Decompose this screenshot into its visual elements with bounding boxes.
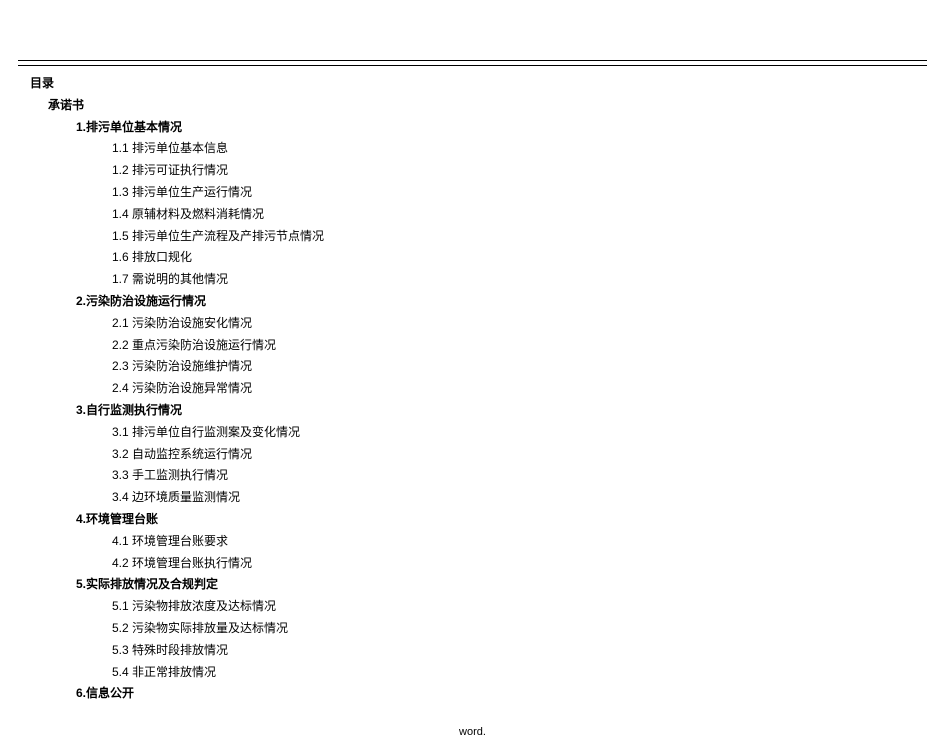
toc-s2-i3: 2.3 污染防治设施维护情况 [30,357,945,377]
toc-s1-i7: 1.7 需说明的其他情况 [30,270,945,290]
toc-s1-i4: 1.4 原辅材料及燃料消耗情况 [30,205,945,225]
toc-s2-i1: 2.1 污染防治设施安化情况 [30,314,945,334]
toc-s1-i5: 1.5 排污单位生产流程及产排污节点情况 [30,227,945,247]
toc-cover: 承诺书 [30,96,945,116]
toc-s3-i4: 3.4 边环境质量监测情况 [30,488,945,508]
toc-s5: 5.实际排放情况及合规判定 [30,575,945,595]
toc-s3: 3.自行监测执行情况 [30,401,945,421]
toc-s4-i1: 4.1 环境管理台账要求 [30,532,945,552]
toc-s5-i2: 5.2 污染物实际排放量及达标情况 [30,619,945,639]
toc-s2-i4: 2.4 污染防治设施异常情况 [30,379,945,399]
document-page: 目录 承诺书 1.排污单位基本情况 1.1 排污单位基本信息 1.2 排污可证执… [0,0,945,744]
page-rule-top-2 [18,65,927,66]
toc-s5-i3: 5.3 特殊时段排放情况 [30,641,945,661]
table-of-contents: 目录 承诺书 1.排污单位基本情况 1.1 排污单位基本信息 1.2 排污可证执… [0,74,945,704]
toc-s5-i4: 5.4 非正常排放情况 [30,663,945,683]
toc-title: 目录 [30,74,945,94]
toc-s1-i6: 1.6 排放口规化 [30,248,945,268]
toc-s4: 4.环境管理台账 [30,510,945,530]
toc-s6: 6.信息公开 [30,684,945,704]
page-rule-top [18,60,927,61]
toc-s2-i2: 2.2 重点污染防治设施运行情况 [30,336,945,356]
toc-s3-i3: 3.3 手工监测执行情况 [30,466,945,486]
toc-s1: 1.排污单位基本情况 [30,118,945,138]
toc-s5-i1: 5.1 污染物排放浓度及达标情况 [30,597,945,617]
toc-s1-i3: 1.3 排污单位生产运行情况 [30,183,945,203]
toc-s2: 2.污染防治设施运行情况 [30,292,945,312]
toc-s1-i2: 1.2 排污可证执行情况 [30,161,945,181]
toc-s3-i2: 3.2 自动监控系统运行情况 [30,445,945,465]
toc-s3-i1: 3.1 排污单位自行监测案及变化情况 [30,423,945,443]
toc-s1-i1: 1.1 排污单位基本信息 [30,139,945,159]
page-footer: word. [0,726,945,744]
toc-s4-i2: 4.2 环境管理台账执行情况 [30,554,945,574]
